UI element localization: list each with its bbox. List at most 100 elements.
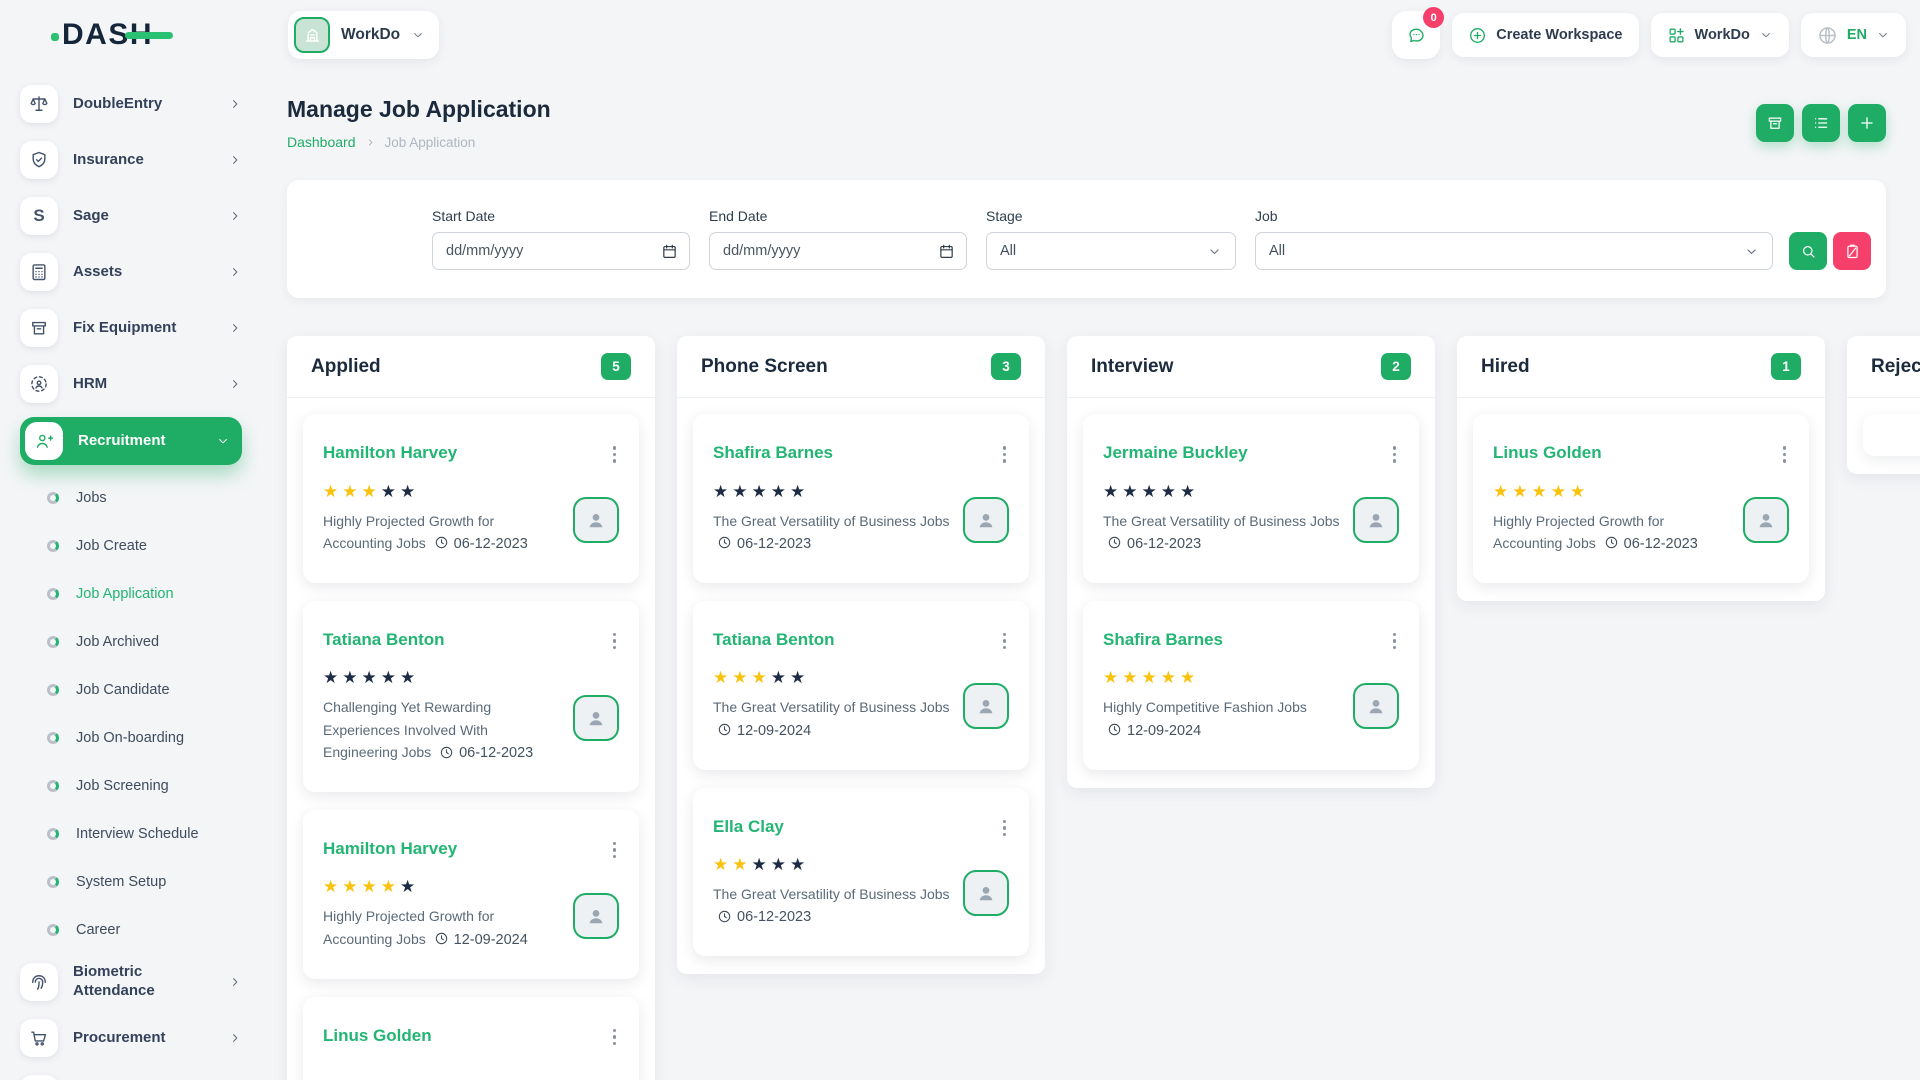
kebab-menu-button[interactable] [1780, 442, 1790, 467]
kebab-menu-button[interactable] [610, 629, 620, 654]
sidebar-subitem-job-archived[interactable]: Job Archived [20, 618, 242, 666]
sidebar-subitem-job-candidate[interactable]: Job Candidate [20, 666, 242, 714]
star-icon: ★ [1180, 668, 1199, 687]
column-header: Rejected [1847, 336, 1920, 397]
sidebar-subitem-system-setup[interactable]: System Setup [20, 858, 242, 906]
sidebar-item-label: Recruitment [78, 432, 201, 451]
breadcrumb-dashboard-link[interactable]: Dashboard [287, 134, 356, 150]
sidebar-item-sage[interactable]: SSage [20, 188, 242, 244]
list-icon [1812, 114, 1830, 132]
stage-select[interactable]: All [986, 232, 1236, 270]
candidate-card[interactable]: Hamilton Harvey★★★★★Highly Projected Gro… [303, 414, 639, 583]
kebab-menu-button[interactable] [1000, 629, 1010, 654]
card-body: ★★★★★Highly Competitive Fashion Jobs 12-… [1103, 669, 1399, 743]
candidate-card[interactable]: Ella Clay★★★★★The Great Versatility of B… [693, 788, 1029, 957]
sidebar-subitem-label: Job Candidate [76, 682, 170, 698]
create-workspace-button[interactable]: Create Workspace [1452, 13, 1638, 57]
hrm-icon [20, 365, 58, 403]
kebab-menu-button[interactable] [1390, 442, 1400, 467]
sidebar-item-recruitment[interactable]: Recruitment [20, 417, 242, 465]
workdo-menu-button[interactable]: WorkDo [1651, 13, 1789, 57]
sidebar-item-partial[interactable] [20, 1066, 242, 1080]
sidebar-subitem-interview-schedule[interactable]: Interview Schedule [20, 810, 242, 858]
sidebar-subitem-job-application[interactable]: Job Application [20, 570, 242, 618]
candidate-card[interactable]: Hamilton Harvey ★★★★★Highly Projected Gro… [303, 810, 639, 979]
archive-button[interactable] [1756, 104, 1794, 142]
candidate-card[interactable]: Shafira Barnes★★★★★The Great Versatility… [693, 414, 1029, 583]
chat-icon [1407, 26, 1426, 45]
star-icon: ★ [790, 855, 809, 874]
candidate-name[interactable]: Jermaine Buckley [1103, 442, 1248, 464]
sidebar-subitem-job-on-boarding[interactable]: Job On-boarding [20, 714, 242, 762]
candidate-name[interactable]: Hamilton Harvey [323, 442, 457, 464]
end-date-input[interactable] [723, 243, 928, 259]
column-header: Hired1 [1457, 336, 1825, 397]
kebab-menu-button[interactable] [610, 442, 620, 467]
chevron-right-icon [365, 137, 376, 148]
candidate-card[interactable]: Tatiana Benton★★★★★The Great Versatility… [693, 601, 1029, 770]
apply-filter-button[interactable] [1789, 232, 1827, 270]
card-header: Hamilton Harvey [323, 442, 619, 467]
job-description: Challenging Yet Rewarding Experiences In… [323, 696, 561, 766]
clock-icon [1107, 721, 1122, 743]
candidate-card[interactable]: Linus Golden★★★★★Highly Projected Growth… [1473, 414, 1809, 583]
rating-stars: ★★★★★ [1103, 483, 1341, 500]
candidate-card[interactable]: Jermaine Buckley★★★★★The Great Versatili… [1083, 414, 1419, 583]
reset-filter-button[interactable] [1833, 232, 1871, 270]
candidate-card[interactable] [1863, 414, 1920, 456]
sidebar-subitem-job-screening[interactable]: Job Screening [20, 762, 242, 810]
star-icon: ★ [752, 482, 771, 501]
column-title: Applied [311, 356, 381, 378]
candidate-card[interactable]: Linus Golden [303, 997, 639, 1080]
kebab-menu-button[interactable] [610, 838, 620, 863]
star-icon: ★ [1570, 482, 1589, 501]
job-description: The Great Versatility of Business Jobs 0… [713, 883, 951, 930]
sidebar-subitem-career[interactable]: Career [20, 906, 242, 954]
candidate-name[interactable]: Shafira Barnes [713, 442, 833, 464]
candidate-name[interactable]: Ella Clay [713, 816, 784, 838]
sidebar-item-biometric-attendance[interactable]: Biometric Attendance [20, 954, 242, 1010]
blank-icon [20, 1075, 58, 1080]
candidate-card[interactable]: Shafira Barnes ★★★★★Highly Competitive Fa… [1083, 601, 1419, 770]
sidebar-item-doubleentry[interactable]: DoubleEntry [20, 76, 242, 132]
sidebar-subitem-jobs[interactable]: Jobs [20, 474, 242, 522]
date-value: 06-12-2023 [1624, 536, 1698, 552]
kebab-menu-button[interactable] [1000, 442, 1010, 467]
person-icon [974, 881, 998, 905]
candidate-name[interactable]: Hamilton Harvey [323, 838, 457, 860]
calendar-icon[interactable] [938, 243, 955, 260]
candidate-name[interactable]: Tatiana Benton [713, 629, 835, 651]
sidebar-item-fix-equipment[interactable]: Fix Equipment [20, 300, 242, 356]
kebab-menu-button[interactable] [1390, 629, 1400, 654]
candidate-name[interactable]: Linus Golden [323, 1025, 432, 1047]
sidebar-item-procurement[interactable]: Procurement [20, 1010, 242, 1066]
messages-button[interactable]: 0 [1392, 11, 1440, 59]
chevron-right-icon [228, 377, 242, 391]
add-application-button[interactable] [1848, 104, 1886, 142]
sidebar-item-hrm[interactable]: HRM [20, 356, 242, 412]
card-body: ★★★★★Highly Projected Growth for Account… [323, 878, 619, 952]
start-date-input[interactable] [446, 243, 651, 259]
application-date: 12-09-2024 [713, 722, 811, 738]
candidate-card[interactable]: Tatiana Benton★★★★★Challenging Yet Rewar… [303, 601, 639, 792]
bullet-icon [47, 828, 59, 840]
job-description: Highly Competitive Fashion Jobs 12-09-20… [1103, 696, 1341, 743]
candidate-name[interactable]: Linus Golden [1493, 442, 1602, 464]
candidate-name[interactable]: Tatiana Benton [323, 629, 445, 651]
end-date-label: End Date [709, 208, 967, 224]
star-icon: ★ [1532, 482, 1551, 501]
calendar-icon[interactable] [661, 243, 678, 260]
workspace-switcher[interactable]: WorkDo [288, 11, 439, 59]
chevron-down-icon [1207, 244, 1222, 259]
list-view-button[interactable] [1802, 104, 1840, 142]
kebab-menu-button[interactable] [1000, 816, 1010, 841]
card-details: ★★★★★Highly Projected Growth for Account… [1493, 483, 1731, 557]
candidate-name[interactable]: Shafira Barnes [1103, 629, 1223, 651]
scales-icon [20, 85, 58, 123]
job-select[interactable]: All [1255, 232, 1773, 270]
sidebar-item-insurance[interactable]: Insurance [20, 132, 242, 188]
language-selector[interactable]: EN [1801, 13, 1906, 57]
sidebar-subitem-job-create[interactable]: Job Create [20, 522, 242, 570]
sidebar-item-assets[interactable]: Assets [20, 244, 242, 300]
kebab-menu-button[interactable] [610, 1025, 620, 1050]
